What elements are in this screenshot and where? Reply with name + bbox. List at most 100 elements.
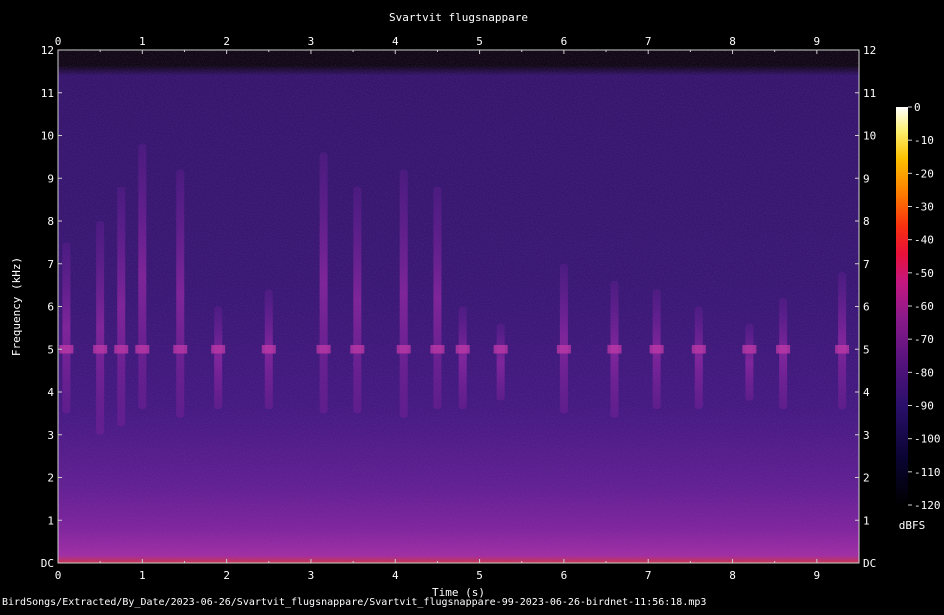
y-tick-label-right-8: 8 [863, 215, 870, 228]
x-tick-label-top-2: 2 [223, 35, 230, 48]
call-band-17 [742, 344, 757, 354]
call-band-13 [556, 344, 571, 354]
y-tick-label-left-7: 7 [47, 258, 54, 271]
y-tick-label-right-9: 9 [863, 172, 870, 185]
x-tick-label-bottom-7: 7 [645, 569, 652, 582]
y-tick-label-right-2: 2 [863, 472, 870, 485]
y-tick-label-left-8: 8 [47, 215, 54, 228]
x-tick-label-top-7: 7 [645, 35, 652, 48]
call-11 [458, 306, 467, 410]
spectrogram-chart: Svartvit flugsnappare 001122334455667788… [10, 11, 941, 599]
call-band-14 [607, 344, 622, 354]
colorbar-label: dBFS [899, 519, 926, 532]
x-tick-label-top-1: 1 [139, 35, 146, 48]
call-18 [779, 297, 788, 410]
call-4 [176, 169, 185, 418]
call-band-12 [493, 344, 508, 354]
call-10 [433, 186, 442, 410]
y-tick-label-left-12: 12 [41, 44, 54, 57]
y-tick-label-left-10: 10 [41, 130, 54, 143]
x-tick-label-top-3: 3 [308, 35, 315, 48]
x-tick-label-bottom-2: 2 [223, 569, 230, 582]
spectrogram-figure: Svartvit flugsnappare 001122334455667788… [0, 0, 944, 611]
call-band-7 [316, 344, 331, 354]
x-tick-label-top-8: 8 [729, 35, 736, 48]
colorbar: 0 -10 -20 -30 -40 -50 -60 -70 -80 -90 -100 -110 -120… [896, 101, 941, 532]
colorbar-tick-label-3: -30 [914, 201, 934, 214]
x-tick-label-top-0: 0 [55, 35, 62, 48]
colorbar-tick-label-5: -50 [914, 267, 934, 280]
colorbar-tick-label-7: -70 [914, 333, 934, 346]
colorbar-tick-label-1: -10 [914, 134, 934, 147]
x-tick-label-bottom-4: 4 [392, 569, 399, 582]
y-tick-label-left-3: 3 [47, 429, 54, 442]
colorbar-scale [896, 107, 908, 505]
call-17 [745, 323, 754, 401]
call-band-4 [173, 344, 188, 354]
call-9 [399, 169, 408, 418]
call-band-3 [135, 344, 150, 354]
colorbar-tick-label-0: 0 [914, 101, 921, 114]
chart-title: Svartvit flugsnappare [389, 11, 528, 24]
call-2 [117, 186, 126, 427]
call-0 [62, 242, 71, 414]
x-tick-label-bottom-5: 5 [476, 569, 483, 582]
call-7 [319, 152, 328, 414]
colorbar-tick-label-8: -80 [914, 366, 934, 379]
y-tick-label-right-3: 3 [863, 429, 870, 442]
colorbar-tick-label-2: -20 [914, 167, 934, 180]
call-band-8 [350, 344, 365, 354]
colorbar-ticks: 0 -10 -20 -30 -40 -50 -60 -70 -80 -90 -100 -110 -120 [908, 101, 941, 512]
y-tick-label-left-5: 5 [47, 343, 54, 356]
call-16 [694, 306, 703, 410]
call-band-2 [114, 344, 129, 354]
y-tick-label-left-9: 9 [47, 172, 54, 185]
call-band-18 [776, 344, 791, 354]
x-tick-label-top-6: 6 [561, 35, 568, 48]
y-tick-label-left-4: 4 [47, 386, 54, 399]
x-tick-label-bottom-9: 9 [814, 569, 821, 582]
call-band-6 [261, 344, 276, 354]
call-band-15 [649, 344, 664, 354]
x-tick-label-bottom-1: 1 [139, 569, 146, 582]
x-tick-label-bottom-6: 6 [561, 569, 568, 582]
x-tick-label-bottom-8: 8 [729, 569, 736, 582]
x-tick-label-top-5: 5 [476, 35, 483, 48]
call-8 [353, 186, 362, 414]
colorbar-tick-label-11: -110 [914, 466, 941, 479]
call-3 [138, 144, 147, 410]
y-tick-label-right-0: DC [863, 557, 876, 570]
call-band-10 [430, 344, 445, 354]
call-band-11 [455, 344, 470, 354]
y-tick-label-right-7: 7 [863, 258, 870, 271]
colorbar-tick-label-9: -90 [914, 400, 934, 413]
y-tick-label-left-0: DC [41, 557, 54, 570]
call-band-16 [691, 344, 706, 354]
y-tick-label-right-11: 11 [863, 87, 876, 100]
call-19 [838, 272, 847, 410]
file-path-footer: BirdSongs/Extracted/By_Date/2023-06-26/S… [2, 597, 707, 608]
y-tick-label-right-6: 6 [863, 301, 870, 314]
call-12 [496, 323, 505, 401]
call-13 [559, 263, 568, 414]
colorbar-tick-label-4: -40 [914, 234, 934, 247]
x-tick-label-bottom-3: 3 [308, 569, 315, 582]
y-tick-label-right-1: 1 [863, 514, 870, 527]
x-tick-label-bottom-0: 0 [55, 569, 62, 582]
spectrogram-plot-area [57, 49, 860, 564]
x-tick-label-top-4: 4 [392, 35, 399, 48]
y-tick-label-left-11: 11 [41, 87, 54, 100]
call-band-1 [93, 344, 108, 354]
call-band-19 [835, 344, 850, 354]
y-tick-label-right-5: 5 [863, 343, 870, 356]
y-tick-label-left-2: 2 [47, 472, 54, 485]
y-tick-label-right-12: 12 [863, 44, 876, 57]
y-tick-label-right-10: 10 [863, 130, 876, 143]
call-band-5 [211, 344, 226, 354]
colorbar-tick-label-12: -120 [914, 499, 941, 512]
x-tick-label-top-9: 9 [814, 35, 821, 48]
call-1 [96, 221, 105, 435]
y-axis-label: Frequency (kHz) [10, 257, 23, 356]
y-tick-label-left-6: 6 [47, 301, 54, 314]
call-5 [214, 306, 223, 410]
